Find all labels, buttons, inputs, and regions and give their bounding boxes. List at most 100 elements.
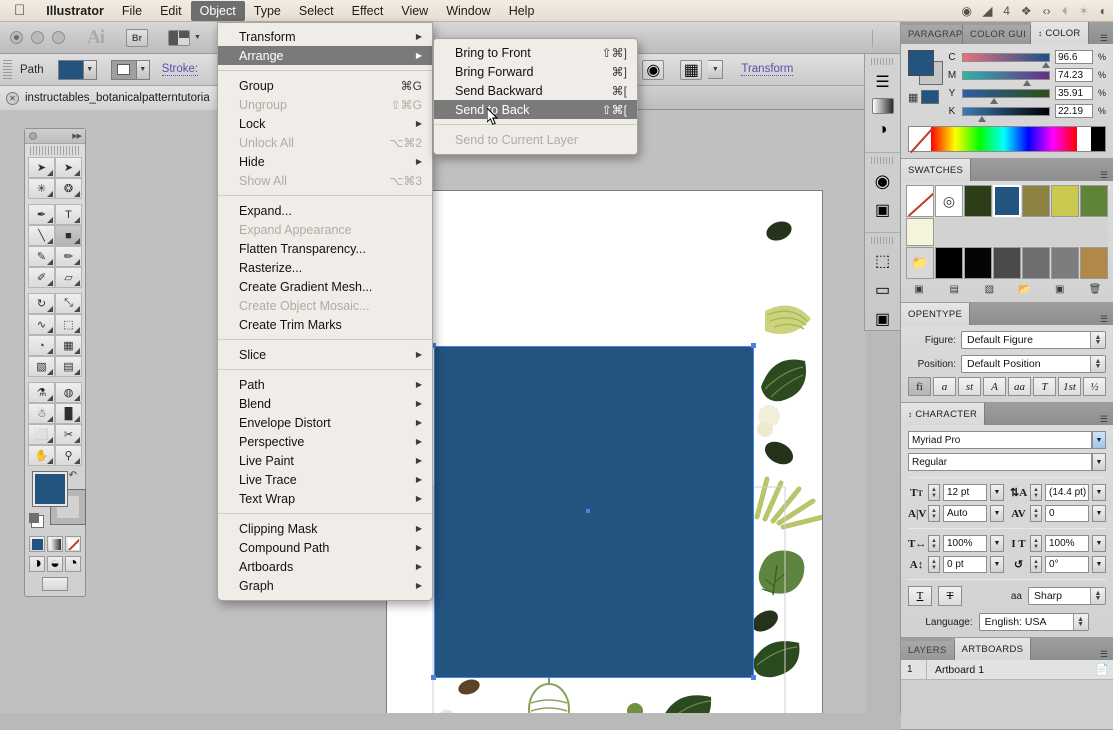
menu-item-transform[interactable]: Transform ▶ [218,27,432,46]
menu-item-path[interactable]: Path ▶ [218,375,432,394]
swatch-green[interactable] [1080,185,1108,217]
menubar-item-file[interactable]: File [113,1,151,21]
horizontal-scale-input[interactable]: 100% [943,535,987,552]
color-spectrum[interactable] [908,126,1106,152]
draw-mode-buttons[interactable]: ◑ ◒ ◔ [25,554,85,574]
menu-item-envelope-distort[interactable]: Envelope Distort ▶ [218,413,432,432]
baseline-shift-field[interactable]: A↕ ▲ ▼ 0 pt ▼ [908,556,1004,573]
swatches-panel-tabs[interactable]: SWATCHES ☰ [901,159,1113,181]
stylistic-alternates-button[interactable]: aa [1008,377,1031,396]
dock-grip[interactable] [871,58,894,65]
swatch-yellow-green[interactable] [1051,185,1079,217]
panel-menu-icon[interactable]: ☰ [1095,414,1113,425]
tab-layers[interactable]: LAYERS [901,641,955,660]
menu-item-lock[interactable]: Lock ▶ [218,114,432,133]
menu-item-bring-forward[interactable]: Bring Forward ⌘] [434,62,637,81]
kerning-field[interactable]: A|V ▲ ▼ Auto ▼ [908,505,1004,522]
bridge-button[interactable]: Br [126,28,148,47]
menu-item-perspective[interactable]: Perspective ▶ [218,432,432,451]
swatch-dark-gray[interactable] [993,247,1021,279]
channel-slider-k[interactable] [962,106,1050,122]
direct-selection-tool[interactable]: ➤ [55,157,82,178]
font-size-dropdown[interactable]: ▼ [990,484,1004,501]
tab-color-guide[interactable]: COLOR GUI [963,25,1031,44]
none-mode-button[interactable] [65,536,81,552]
swatches-grid-row1[interactable]: ◎ [906,185,1108,217]
stroke-dropdown[interactable]: ▼ [136,59,150,80]
spectrum-strip[interactable] [931,127,1077,151]
position-select[interactable]: Default Position ▲ ▼ [961,355,1106,373]
menubar-item-view[interactable]: View [392,1,437,21]
vertical-scale-field[interactable]: I T ▲ ▼ 100% ▼ [1010,535,1106,552]
menu-item-slice[interactable]: Slice ▶ [218,345,432,364]
stroke-control[interactable]: ▼ [110,59,150,80]
airplay-icon[interactable]: ◢ [983,4,992,18]
free-transform-tool[interactable]: ⬚ [55,314,82,335]
draw-inside-button[interactable]: ◔ [65,555,81,572]
opentype-panel-tabs[interactable]: OPENTYPE ☰ [901,303,1113,325]
table-row[interactable]: 1 Artboard 1 📄 [901,660,1113,680]
layers-panel-tabs[interactable]: LAYERS ARTBOARDS ☰ [901,638,1113,660]
dock-grip[interactable] [871,157,894,164]
menubar-item-window[interactable]: Window [437,1,499,21]
color-model-icon[interactable]: ▦ [908,91,918,104]
default-fill-stroke-icon[interactable] [29,513,44,528]
tab-opentype[interactable]: OPENTYPE [901,303,971,325]
mesh-tool[interactable]: ▧ [28,356,55,377]
horizontal-scale-dropdown[interactable]: ▼ [990,535,1004,552]
align-icon[interactable]: ▦ [680,59,703,80]
menu-item-send-to-back[interactable]: Send to Back ⇧⌘[ [434,100,637,119]
fill-dropdown[interactable]: ▼ [83,59,97,80]
menubar-item-edit[interactable]: Edit [151,1,191,21]
color-mode-buttons[interactable] [25,534,85,554]
collapsed-panel-dock[interactable]: ☰ ◑ ◉ ▣ ⬚ ▭ ▣ [864,54,900,331]
delete-swatch-button[interactable]: 🗑 [1084,282,1106,297]
channel-slider-y[interactable] [962,88,1050,104]
swatch-none[interactable] [906,185,934,217]
width-tool[interactable]: ∿ [28,314,55,335]
standard-ligatures-button[interactable]: fi [908,377,931,396]
white-swatch[interactable] [1077,127,1091,151]
channel-value-k[interactable]: 22.19 [1054,104,1093,118]
leading-dropdown[interactable]: ▼ [1092,484,1106,501]
swatch-tan[interactable] [1080,247,1108,279]
channel-value-y[interactable]: 35.91 [1054,86,1093,100]
fill-control[interactable]: ▼ [57,59,97,80]
arrange-submenu[interactable]: Bring to Front ⇧⌘] Bring Forward ⌘] Send Bac… [433,38,638,155]
kerning-dropdown[interactable]: ▼ [990,505,1004,522]
paragraph-styles-icon[interactable]: ☰ [870,69,896,95]
swatches-footer[interactable]: ▣ ▤ ▧ 📂 ▣ 🗑 [906,279,1108,298]
channel-value-m[interactable]: 74.23 [1054,68,1093,82]
leading-spinner[interactable]: ▲ ▼ [1030,484,1042,501]
none-color-swatch[interactable] [909,127,931,151]
channel-thumb-m[interactable] [1022,79,1031,86]
swatch-cream[interactable] [906,218,934,246]
new-color-group-button[interactable]: 📂 [1014,282,1036,297]
menu-item-group[interactable]: Group ⌘G [218,76,432,95]
menu-item-compound-path[interactable]: Compound Path ▶ [218,538,432,557]
menubar-item-illustrator[interactable]: Illustrator [37,1,113,21]
swatches-grid-row2[interactable] [906,218,1108,246]
menubar-item-effect[interactable]: Effect [343,1,393,21]
eyedropper-tool[interactable]: ⚗ [28,382,55,403]
chevron-updown-icon[interactable]: ▲ ▼ [1072,614,1088,630]
character-rotation-field[interactable]: ↺ ▲ ▼ 0° ▼ [1010,556,1106,573]
menu-item-graph[interactable]: Graph ▶ [218,576,432,595]
tab-swatches[interactable]: SWATCHES [901,159,972,181]
leading-field[interactable]: ⇅A ▲ ▼ (14.4 pt) ▼ [1010,484,1106,501]
opentype-feature-buttons[interactable]: fi ɑ st Aaa T 1st ½ [908,377,1106,396]
font-size-field[interactable]: TT ▲ ▼ 12 pt ▼ [908,484,1004,501]
stroke-swatch[interactable] [110,59,137,80]
channel-thumb-c[interactable] [1042,61,1051,68]
align-dropdown[interactable]: ▼ [708,60,724,79]
menu-item-create-gradient-mesh[interactable]: Create Gradient Mesh... [218,277,432,296]
column-graph-tool[interactable]: █ [55,403,82,424]
magic-wand-tool[interactable]: ✳ [28,178,55,199]
leading-input[interactable]: (14.4 pt) [1045,484,1089,501]
baseline-shift-dropdown[interactable]: ▼ [990,556,1004,573]
dock-grip[interactable] [871,237,894,244]
type-tool[interactable]: T [55,204,82,225]
figure-select[interactable]: Default Figure ▲ ▼ [961,331,1106,349]
vertical-scale-input[interactable]: 100% [1045,535,1089,552]
language-select[interactable]: English: USA ▲ ▼ [978,613,1089,631]
